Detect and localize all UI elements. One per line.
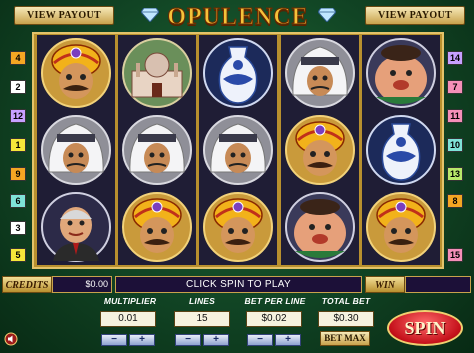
payline-indicator[interactable]: 12 [10, 109, 26, 123]
vase-symbol [362, 112, 440, 188]
lines-minus-button[interactable]: − [175, 334, 201, 346]
palace-symbol [118, 35, 196, 111]
credits-label: CREDITS [2, 276, 52, 293]
maharaja-symbol [362, 189, 440, 265]
win-label: WIN [365, 276, 405, 293]
lines-value: 15 [174, 311, 230, 327]
payline-indicator[interactable]: 7 [447, 80, 463, 94]
reel-5 [362, 35, 440, 265]
payline-indicator[interactable]: 8 [447, 194, 463, 208]
view-payout-button-left[interactable]: VIEW PAYOUT [14, 6, 114, 25]
lines-plus-button[interactable]: + [203, 334, 229, 346]
maharaja-symbol [199, 189, 277, 265]
payline-indicator[interactable]: 10 [447, 138, 463, 152]
credits-value: $0.00 [52, 276, 112, 293]
spin-button[interactable]: SPIN [387, 310, 463, 346]
payline-indicator[interactable]: 5 [10, 248, 26, 262]
turban-sheikh-symbol [118, 112, 196, 188]
win-value [405, 276, 471, 293]
multiplier-plus-button[interactable]: + [129, 334, 155, 346]
turban-sheikh-symbol [37, 112, 115, 188]
bet-per-line-minus-button[interactable]: − [247, 334, 273, 346]
reel-2 [118, 35, 196, 265]
payline-indicator[interactable]: 6 [10, 194, 26, 208]
fat-man-symbol [362, 35, 440, 111]
reel-1 [37, 35, 115, 265]
diamond-icon [318, 8, 336, 22]
sound-icon[interactable] [4, 332, 18, 346]
payline-indicator[interactable]: 13 [447, 167, 463, 181]
bet-per-line-plus-button[interactable]: + [275, 334, 301, 346]
turban-sheikh-symbol [199, 112, 277, 188]
payline-indicator[interactable]: 11 [447, 109, 463, 123]
total-bet-label: TOTAL BET [321, 296, 371, 306]
payline-indicator[interactable]: 15 [447, 248, 463, 262]
bet-max-button[interactable]: BET MAX [320, 331, 370, 346]
bet-per-line-label: BET PER LINE [244, 296, 306, 306]
total-bet-value: $0.30 [318, 311, 374, 327]
status-message: CLICK SPIN TO PLAY [115, 276, 362, 293]
lines-label: LINES [188, 296, 216, 306]
payline-indicator[interactable]: 9 [10, 167, 26, 181]
businessman-symbol [37, 189, 115, 265]
game-title: OPULENCE [167, 4, 309, 31]
maharaja-symbol [281, 112, 359, 188]
vase-symbol [199, 35, 277, 111]
maharaja-symbol [118, 189, 196, 265]
reel-3 [199, 35, 277, 265]
diamond-icon [141, 8, 159, 22]
view-payout-button-right[interactable]: VIEW PAYOUT [365, 6, 465, 25]
multiplier-minus-button[interactable]: − [101, 334, 127, 346]
multiplier-label: MULTIPLIER [103, 296, 157, 306]
reel-4 [281, 35, 359, 265]
fat-man-symbol [281, 189, 359, 265]
multiplier-value: 0.01 [100, 311, 156, 327]
turban-sheikh-symbol [281, 35, 359, 111]
payline-indicator[interactable]: 1 [10, 138, 26, 152]
bet-per-line-value: $0.02 [246, 311, 302, 327]
payline-indicator[interactable]: 3 [10, 221, 26, 235]
maharaja-symbol [37, 35, 115, 111]
payline-indicator[interactable]: 4 [10, 51, 26, 65]
payline-indicator[interactable]: 2 [10, 80, 26, 94]
payline-indicator[interactable]: 14 [447, 51, 463, 65]
